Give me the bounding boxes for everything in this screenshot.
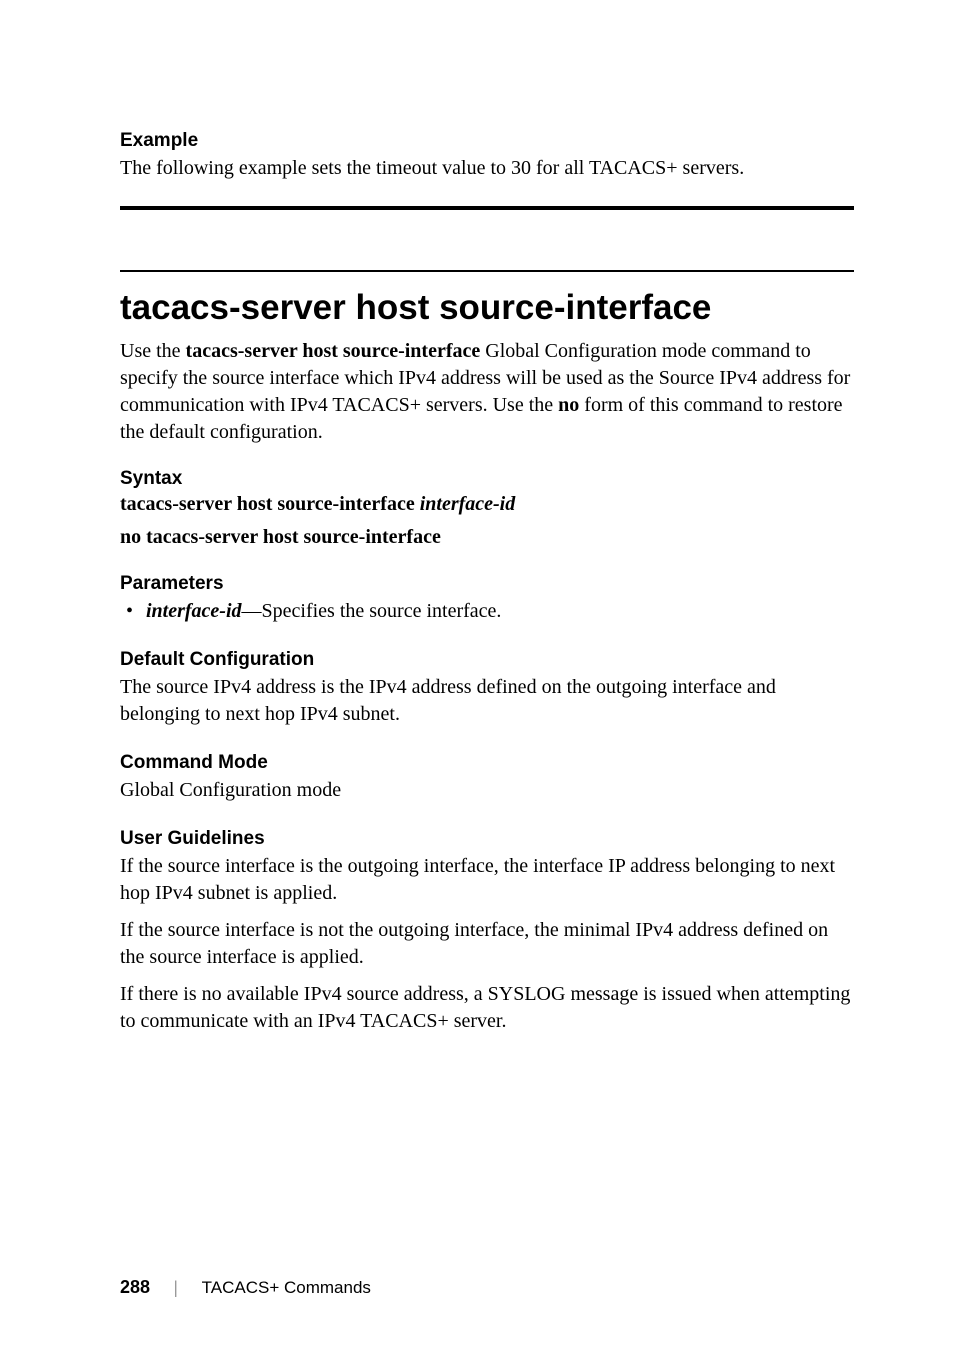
footer-section-title: TACACS+ Commands [202,1278,371,1298]
page-footer: 288 | TACACS+ Commands [120,1277,371,1298]
divider-thick [120,206,854,210]
user-guidelines-section: User Guidelines If the source interface … [120,828,854,1035]
intro-bold2: no [558,394,579,416]
user-guidelines-heading: User Guidelines [120,828,854,850]
user-guidelines-para2: If the source interface is not the outgo… [120,917,854,971]
intro-part1: Use the [120,340,186,362]
intro-bold1: tacacs-server host source-interface [186,340,481,362]
param-italic: interface-id [146,600,242,622]
param-text: —Specifies the source interface. [242,600,502,622]
syntax-line1-italic: interface-id [420,493,516,515]
syntax-line-2: no tacacs-server host source-interface [120,526,854,549]
command-mode-text: Global Configuration mode [120,777,854,804]
parameters-list: interface-id—Specifies the source interf… [120,598,854,625]
default-config-text: The source IPv4 address is the IPv4 addr… [120,674,854,728]
default-config-heading: Default Configuration [120,649,854,671]
example-heading: Example [120,130,854,152]
example-text: The following example sets the timeout v… [120,155,854,182]
footer-page-number: 288 [120,1277,150,1298]
parameters-heading: Parameters [120,573,854,595]
command-mode-section: Command Mode Global Configuration mode [120,752,854,804]
command-title: tacacs-server host source-interface [120,288,854,328]
parameters-section: Parameters interface-id—Specifies the so… [120,573,854,625]
command-mode-heading: Command Mode [120,752,854,774]
syntax-line1-bold: tacacs-server host source-interface [120,493,420,515]
syntax-section: Syntax tacacs-server host source-interfa… [120,468,854,549]
example-section: Example The following example sets the t… [120,130,854,182]
parameters-item-1: interface-id—Specifies the source interf… [146,598,854,625]
default-config-section: Default Configuration The source IPv4 ad… [120,649,854,728]
divider-thin [120,270,854,272]
user-guidelines-para3: If there is no available IPv4 source add… [120,981,854,1035]
command-intro: Use the tacacs-server host source-interf… [120,338,854,446]
user-guidelines-para1: If the source interface is the outgoing … [120,853,854,907]
footer-separator: | [174,1277,178,1298]
syntax-heading: Syntax [120,468,854,490]
syntax-line-1: tacacs-server host source-interface inte… [120,493,854,516]
